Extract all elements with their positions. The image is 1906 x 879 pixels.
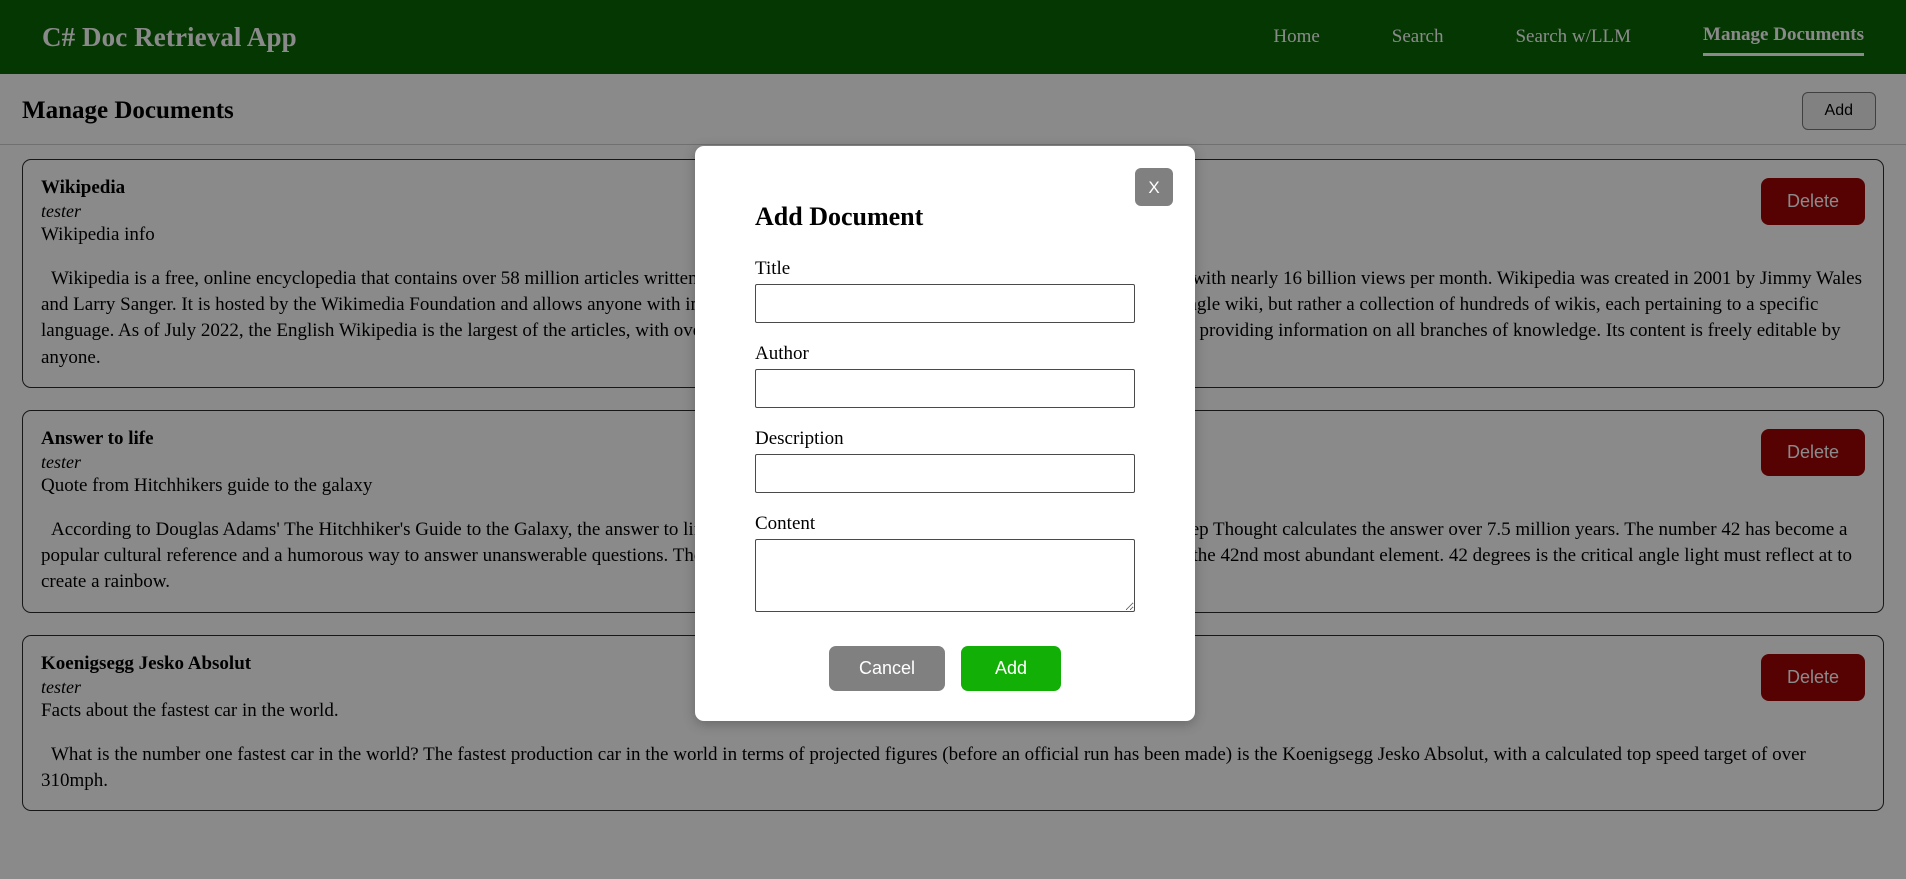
field-content: Content bbox=[755, 513, 1135, 612]
close-icon[interactable]: X bbox=[1135, 168, 1173, 206]
field-author: Author bbox=[755, 343, 1135, 408]
description-input[interactable] bbox=[755, 454, 1135, 493]
content-textarea[interactable] bbox=[755, 539, 1135, 612]
field-label-content: Content bbox=[755, 513, 816, 534]
field-description: Description bbox=[755, 428, 1135, 493]
modal-footer: Cancel Add bbox=[755, 646, 1135, 691]
modal-title: Add Document bbox=[755, 202, 924, 231]
submit-add-button[interactable]: Add bbox=[961, 646, 1062, 691]
author-input[interactable] bbox=[755, 369, 1135, 408]
add-document-modal: X Add Document Title Author Description … bbox=[695, 146, 1195, 721]
field-label-title: Title bbox=[755, 258, 791, 279]
field-title: Title bbox=[755, 258, 1135, 323]
field-label-author: Author bbox=[755, 343, 809, 364]
field-label-description: Description bbox=[755, 428, 844, 449]
cancel-button[interactable]: Cancel bbox=[828, 646, 945, 691]
title-input[interactable] bbox=[755, 284, 1135, 323]
